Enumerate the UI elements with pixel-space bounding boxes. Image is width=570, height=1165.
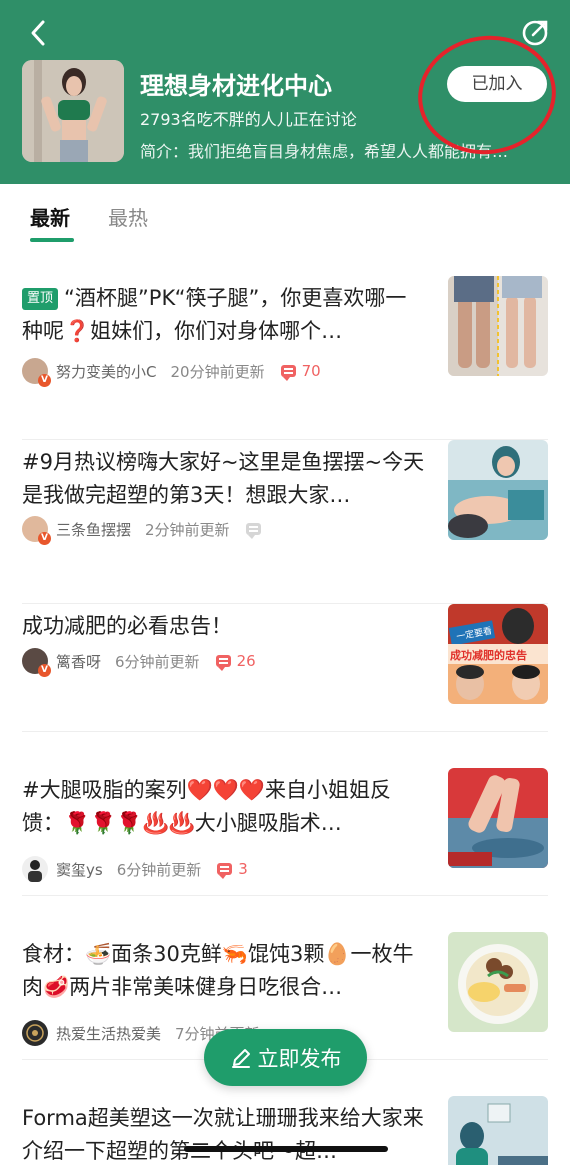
tab-bar: 最新 最热	[0, 184, 570, 250]
tab-hottest[interactable]: 最热	[108, 202, 148, 231]
post-title[interactable]: #9月热议榜嗨大家好~这里是鱼摆摆~今天是我做完超塑的第3天！想跟大家…	[22, 446, 427, 512]
update-time: 2分钟前更新	[145, 520, 230, 539]
author-avatar[interactable]	[22, 856, 48, 882]
member-count: 2793名吃不胖的人儿正在讨论	[140, 110, 357, 129]
post-item[interactable]: #大腿吸脂的案列❤️❤️❤️来自小姐姐反馈：🌹🌹🌹♨️♨️大小腿吸脂术… 窦玺y…	[22, 768, 548, 896]
tab-latest[interactable]: 最新	[30, 202, 70, 231]
verified-badge: V	[38, 664, 51, 677]
author-avatar[interactable]	[22, 1020, 48, 1046]
author-name[interactable]: 努力变美的小C	[56, 361, 156, 382]
post-item[interactable]: 成功减肥的必看忠告！ 一定要看 成功减肥的忠告 V 篱香呀 6分钟前更新 26	[22, 604, 548, 732]
comment-icon	[215, 655, 231, 671]
chevron-left-icon[interactable]	[24, 18, 54, 48]
publish-button[interactable]: 立即发布	[204, 1029, 367, 1086]
comment-count[interactable]: 26	[215, 652, 256, 671]
post-meta: V 篱香呀 6分钟前更新 26	[22, 648, 256, 677]
post-title[interactable]: 成功减肥的必看忠告！	[22, 610, 427, 643]
update-time: 6分钟前更新	[116, 860, 202, 879]
post-title[interactable]: #大腿吸脂的案列❤️❤️❤️来自小姐姐反馈：🌹🌹🌹♨️♨️大小腿吸脂术…	[22, 774, 427, 840]
pencil-icon	[231, 1048, 250, 1068]
post-item[interactable]: 置顶 “酒杯腿”PK“筷子腿”，你更喜欢哪一种呢❓姐妹们，你们对身体哪个… V 努…	[22, 276, 548, 440]
post-thumbnail[interactable]: 一定要看 成功减肥的忠告	[448, 604, 548, 704]
thumbnail-caption: 成功减肥的忠告	[450, 648, 527, 662]
post-thumbnail[interactable]	[448, 276, 548, 376]
post-item[interactable]: Forma超美塑这一次就让珊珊我来给大家来介绍一下超塑的第二个头吧～超…	[22, 1096, 548, 1165]
comment-count[interactable]: 3	[217, 860, 248, 879]
post-thumbnail[interactable]	[448, 768, 548, 868]
author-name[interactable]: 热爱生活热爱美	[56, 1023, 161, 1044]
update-time: 6分钟前更新	[115, 652, 200, 671]
post-meta: 窦玺ys 6分钟前更新 3	[22, 856, 248, 882]
post-title[interactable]: Forma超美塑这一次就让珊珊我来给大家来介绍一下超塑的第二个头吧～超…	[22, 1102, 427, 1165]
group-cover-image	[22, 60, 124, 162]
comment-count[interactable]	[245, 523, 267, 539]
verified-badge: V	[38, 374, 51, 387]
post-thumbnail[interactable]	[448, 932, 548, 1032]
author-avatar[interactable]: V	[22, 358, 51, 387]
verified-badge: V	[38, 532, 51, 545]
active-tab-indicator	[30, 238, 74, 242]
post-meta: V 三条鱼摆摆 2分钟前更新	[22, 516, 267, 545]
publish-button-label: 立即发布	[257, 1046, 342, 1071]
author-name[interactable]: 三条鱼摆摆	[56, 519, 131, 540]
group-header: 理想身材进化中心 2793名吃不胖的人儿正在讨论 简介：我们拒绝盲目身材焦虑，希…	[0, 0, 570, 184]
author-name[interactable]: 窦玺ys	[56, 859, 103, 880]
group-title: 理想身材进化中心	[140, 72, 332, 100]
post-item[interactable]: #9月热议榜嗨大家好~这里是鱼摆摆~今天是我做完超塑的第3天！想跟大家… V 三…	[22, 440, 548, 604]
pinned-badge: 置顶	[22, 288, 59, 310]
author-avatar[interactable]: V	[22, 648, 51, 677]
home-indicator	[184, 1146, 388, 1152]
author-avatar[interactable]: V	[22, 516, 51, 545]
comment-icon	[245, 523, 261, 539]
post-title[interactable]: 置顶 “酒杯腿”PK“筷子腿”，你更喜欢哪一种呢❓姐妹们，你们对身体哪个…	[22, 282, 427, 348]
comment-icon	[280, 365, 296, 381]
update-time: 20分钟前更新	[170, 362, 265, 381]
post-thumbnail[interactable]	[448, 1096, 548, 1165]
post-title[interactable]: 食材：🍜面条30克鲜🦐馄饨3颗🥚一枚牛肉🥩两片非常美味健身日吃很合…	[22, 938, 427, 1004]
comment-icon	[217, 863, 233, 879]
post-meta: V 努力变美的小C 20分钟前更新 70	[22, 358, 321, 387]
post-thumbnail[interactable]	[448, 440, 548, 540]
author-name[interactable]: 篱香呀	[56, 651, 101, 672]
comment-count[interactable]: 70	[280, 362, 321, 381]
